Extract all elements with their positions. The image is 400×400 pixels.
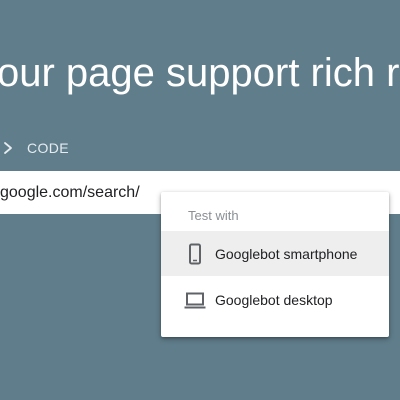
tab-code[interactable]: CODE <box>0 138 69 158</box>
menu-item-label: Googlebot smartphone <box>215 245 358 262</box>
url-input[interactable] <box>0 171 170 214</box>
menu-item-label: Googlebot desktop <box>215 291 333 308</box>
page-headline: our page support rich r <box>0 51 400 95</box>
smartphone-icon <box>183 242 207 266</box>
menu-header: Test with <box>188 208 239 223</box>
menu-item-googlebot-smartphone[interactable]: Googlebot smartphone <box>161 231 389 276</box>
menu-item-googlebot-desktop[interactable]: Googlebot desktop <box>161 277 389 322</box>
chevron-right-icon <box>0 139 18 157</box>
partial-text-fragment <box>393 239 400 253</box>
laptop-icon <box>183 288 207 312</box>
tab-code-label: CODE <box>27 140 70 156</box>
test-with-menu: Test with Googlebot smartphone Googlebot… <box>161 192 389 337</box>
